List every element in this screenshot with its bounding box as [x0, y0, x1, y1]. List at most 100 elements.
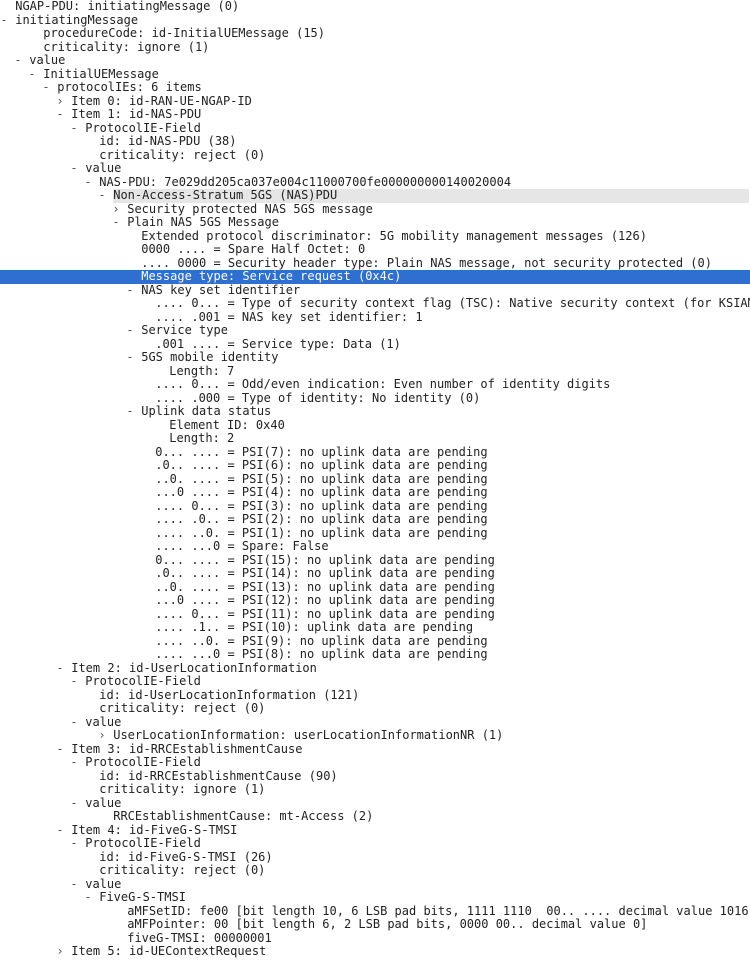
collapse-toggle-icon[interactable]: - [70, 797, 78, 811]
tree-row[interactable]: .... .001 = NAS key set identifier: 1 [0, 311, 750, 325]
tree-row[interactable]: - Uplink data status [0, 405, 750, 419]
tree-row[interactable]: - InitialUEMessage [0, 68, 750, 82]
tree-row[interactable]: .... ...0 = Spare: False [0, 540, 750, 554]
collapse-toggle-icon[interactable]: - [70, 122, 78, 136]
tree-row[interactable]: › UserLocationInformation: userLocationI… [0, 729, 750, 743]
collapse-toggle-icon[interactable]: - [56, 108, 64, 122]
tree-row[interactable]: - Service type [0, 324, 750, 338]
tree-row[interactable]: 0... .... = PSI(15): no uplink data are … [0, 554, 750, 568]
collapse-toggle-icon[interactable]: - [70, 837, 78, 851]
tree-row[interactable]: Length: 2 [0, 432, 750, 446]
tree-row[interactable]: .... .0.. = PSI(2): no uplink data are p… [0, 513, 750, 527]
tree-row[interactable]: aMFPointer: 00 [bit length 6, 2 LSB pad … [0, 918, 750, 932]
tree-row[interactable]: - FiveG-S-TMSI [0, 891, 750, 905]
tree-row[interactable]: .... 0000 = Security header type: Plain … [0, 257, 750, 271]
tree-row[interactable]: criticality: ignore (1) [0, 783, 750, 797]
tree-row[interactable]: › Item 5: id-UEContextRequest [0, 945, 750, 959]
tree-row[interactable]: ..0. .... = PSI(13): no uplink data are … [0, 581, 750, 595]
tree-row[interactable]: - value [0, 878, 750, 892]
tree-row[interactable]: criticality: reject (0) [0, 864, 750, 878]
tree-row[interactable]: .... ..0. = PSI(9): no uplink data are p… [0, 635, 750, 649]
tree-row[interactable]: - Item 1: id-NAS-PDU [0, 108, 750, 122]
collapse-toggle-icon[interactable]: - [98, 189, 106, 203]
tree-row[interactable]: RRCEstablishmentCause: mt-Access (2) [0, 810, 750, 824]
tree-row[interactable]: - value [0, 716, 750, 730]
collapse-toggle-icon[interactable]: - [70, 878, 78, 892]
tree-row[interactable]: .... 0... = PSI(3): no uplink data are p… [0, 500, 750, 514]
tree-row[interactable]: id: id-RRCEstablishmentCause (90) [0, 770, 750, 784]
tree-row[interactable]: - initiatingMessage [0, 14, 750, 28]
expand-toggle-icon[interactable]: › [98, 729, 106, 743]
collapse-toggle-icon[interactable]: - [56, 662, 64, 676]
tree-row[interactable]: › Item 0: id-RAN-UE-NGAP-ID [0, 95, 750, 109]
expand-toggle-icon[interactable]: › [56, 95, 64, 109]
collapse-toggle-icon[interactable]: - [14, 54, 22, 68]
expand-toggle-icon[interactable]: › [112, 203, 120, 217]
tree-row[interactable]: Element ID: 0x40 [0, 419, 750, 433]
tree-row[interactable]: - NAS-PDU: 7e029dd205ca037e004c11000700f… [0, 176, 750, 190]
tree-row[interactable]: - value [0, 54, 750, 68]
tree-row[interactable]: - ProtocolIE-Field [0, 837, 750, 851]
collapse-toggle-icon[interactable]: - [126, 351, 134, 365]
tree-row[interactable]: id: id-FiveG-S-TMSI (26) [0, 851, 750, 865]
collapse-toggle-icon[interactable]: - [126, 405, 134, 419]
collapse-toggle-icon[interactable]: - [70, 756, 78, 770]
tree-row[interactable]: - protocolIEs: 6 items [0, 81, 750, 95]
tree-row[interactable]: - 5GS mobile identity [0, 351, 750, 365]
collapse-toggle-icon[interactable]: - [70, 162, 78, 176]
tree-row[interactable]: › Security protected NAS 5GS message [0, 203, 750, 217]
collapse-toggle-icon[interactable]: - [0, 14, 8, 28]
tree-row[interactable]: NGAP-PDU: initiatingMessage (0) [0, 0, 750, 14]
tree-row[interactable]: .0.. .... = PSI(6): no uplink data are p… [0, 459, 750, 473]
tree-row[interactable]: - ProtocolIE-Field [0, 122, 750, 136]
tree-row[interactable]: .... 0... = Odd/even indication: Even nu… [0, 378, 750, 392]
tree-row[interactable]: - Item 4: id-FiveG-S-TMSI [0, 824, 750, 838]
tree-row[interactable]: ...0 .... = PSI(4): no uplink data are p… [0, 486, 750, 500]
packet-details-tree[interactable]: NGAP-PDU: initiatingMessage (0)- initiat… [0, 0, 750, 959]
tree-row[interactable]: .... ...0 = PSI(8): no uplink data are p… [0, 648, 750, 662]
tree-row[interactable]: id: id-UserLocationInformation (121) [0, 689, 750, 703]
collapse-toggle-icon[interactable]: - [70, 675, 78, 689]
tree-row[interactable]: criticality: reject (0) [0, 149, 750, 163]
tree-row[interactable]: 0... .... = PSI(7): no uplink data are p… [0, 446, 750, 460]
tree-row[interactable]: id: id-NAS-PDU (38) [0, 135, 750, 149]
tree-row[interactable]: criticality: ignore (1) [0, 41, 750, 55]
tree-row[interactable]: aMFSetID: fe00 [bit length 10, 6 LSB pad… [0, 905, 750, 919]
tree-row[interactable]: Extended protocol discriminator: 5G mobi… [0, 230, 750, 244]
tree-row[interactable]: criticality: reject (0) [0, 702, 750, 716]
tree-row[interactable]: Length: 7 [0, 365, 750, 379]
collapse-toggle-icon[interactable]: - [126, 324, 134, 338]
tree-row[interactable]: - NAS key set identifier [0, 284, 750, 298]
tree-row[interactable]: - Plain NAS 5GS Message [0, 216, 750, 230]
expand-toggle-icon[interactable]: › [56, 945, 64, 959]
tree-row[interactable]: .... .000 = Type of identity: No identit… [0, 392, 750, 406]
collapse-toggle-icon[interactable]: - [112, 216, 120, 230]
tree-row[interactable]: .... 0... = Type of security context fla… [0, 297, 750, 311]
tree-row[interactable]: .001 .... = Service type: Data (1) [0, 338, 750, 352]
tree-row[interactable]: - value [0, 797, 750, 811]
tree-row-selected[interactable]: Message type: Service request (0x4c) [0, 270, 750, 284]
tree-row[interactable]: ...0 .... = PSI(12): no uplink data are … [0, 594, 750, 608]
tree-row[interactable]: fiveG-TMSI: 00000001 [0, 932, 750, 946]
collapse-toggle-icon[interactable]: - [28, 68, 36, 82]
tree-row[interactable]: - value [0, 162, 750, 176]
tree-row[interactable]: .... .1.. = PSI(10): uplink data are pen… [0, 621, 750, 635]
collapse-toggle-icon[interactable]: - [56, 824, 64, 838]
tree-row[interactable]: ..0. .... = PSI(5): no uplink data are p… [0, 473, 750, 487]
tree-row[interactable]: - Item 3: id-RRCEstablishmentCause [0, 743, 750, 757]
collapse-toggle-icon[interactable]: - [70, 716, 78, 730]
collapse-toggle-icon[interactable]: - [84, 176, 92, 190]
tree-row[interactable]: procedureCode: id-InitialUEMessage (15) [0, 27, 750, 41]
collapse-toggle-icon[interactable]: - [56, 743, 64, 757]
collapse-toggle-icon[interactable]: - [84, 891, 92, 905]
tree-row[interactable]: .0.. .... = PSI(14): no uplink data are … [0, 567, 750, 581]
tree-row[interactable]: .... ..0. = PSI(1): no uplink data are p… [0, 527, 750, 541]
collapse-toggle-icon[interactable]: - [126, 284, 134, 298]
tree-row[interactable]: - Non-Access-Stratum 5GS (NAS)PDU [0, 189, 750, 203]
tree-row[interactable]: .... 0... = PSI(11): no uplink data are … [0, 608, 750, 622]
tree-row[interactable]: - ProtocolIE-Field [0, 675, 750, 689]
tree-row[interactable]: - ProtocolIE-Field [0, 756, 750, 770]
tree-row[interactable]: - Item 2: id-UserLocationInformation [0, 662, 750, 676]
tree-row[interactable]: 0000 .... = Spare Half Octet: 0 [0, 243, 750, 257]
collapse-toggle-icon[interactable]: - [42, 81, 50, 95]
